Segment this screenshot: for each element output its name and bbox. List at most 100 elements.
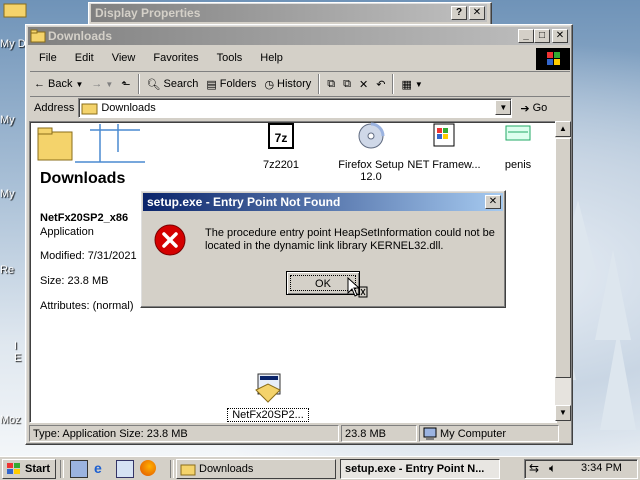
clock[interactable]: 3:34 PM	[581, 462, 622, 474]
dropdown-arrow-icon: ▼	[414, 79, 423, 89]
menu-help[interactable]: Help	[260, 49, 283, 67]
vertical-scrollbar[interactable]: ▲ ▼	[555, 121, 571, 421]
status-type-info: Type: Application Size: 23.8 MB	[29, 425, 339, 442]
delete-button[interactable]: ✕	[355, 73, 372, 95]
folder-banner-icon	[37, 124, 145, 163]
history-icon: ◷	[264, 78, 275, 91]
close-button[interactable]: ✕	[485, 195, 501, 209]
desktop-icon-label[interactable]: Moz	[0, 414, 21, 426]
installer-icon	[255, 373, 281, 403]
scroll-down-button[interactable]: ▼	[555, 405, 571, 421]
folders-label: Folders	[219, 78, 257, 90]
folders-button[interactable]: ▤ Folders	[202, 73, 260, 95]
firefox-icon[interactable]	[140, 460, 156, 476]
selected-file-size: Size: 23.8 MB	[40, 275, 109, 287]
address-label: Address	[34, 102, 75, 114]
menu-tools[interactable]: Tools	[217, 49, 243, 67]
folder-title: Downloads	[40, 170, 126, 187]
window-title: Downloads	[48, 29, 113, 43]
minimize-button[interactable]: _	[518, 29, 534, 43]
back-arrow-icon: ←	[34, 78, 45, 90]
back-button[interactable]: ← Back ▼	[30, 73, 87, 95]
volume-icon[interactable]: 🔈︎	[549, 461, 556, 476]
views-button[interactable]: ▦ ▼	[397, 73, 426, 95]
task-button-setup-error[interactable]: setup.exe - Entry Point N...	[340, 459, 500, 479]
undo-button[interactable]: ↶	[372, 73, 389, 95]
file-item[interactable]: NET Framew...	[404, 122, 484, 171]
forward-button[interactable]: → ▼	[87, 73, 117, 95]
dialog-message-line: located in the dynamic link library KERN…	[205, 240, 444, 252]
desktop-icon-label[interactable]: My D	[0, 38, 26, 50]
scroll-thumb[interactable]	[555, 138, 571, 378]
menu-view[interactable]: View	[112, 49, 136, 67]
status-size: 23.8 MB	[341, 425, 417, 442]
file-label: penis	[504, 159, 532, 171]
desktop-icon-label[interactable]: E	[14, 352, 21, 364]
task-label: setup.exe - Entry Point N...	[345, 463, 485, 475]
dropdown-arrow-icon[interactable]: ▼	[75, 80, 83, 89]
menu-file[interactable]: File	[39, 49, 57, 67]
taskbar-separator	[60, 460, 64, 478]
help-button[interactable]: ?	[451, 6, 467, 20]
desktop-icon-label[interactable]: My	[0, 114, 15, 126]
file-label: NET Framew...	[407, 159, 481, 171]
outlook-express-icon[interactable]	[116, 460, 134, 478]
toolbar-separator	[137, 74, 140, 94]
file-item[interactable]: 7z 7z2201	[241, 122, 321, 171]
history-label: History	[277, 78, 312, 90]
move-to-button[interactable]: ⧉	[323, 73, 339, 95]
file-label: 7z2201	[262, 159, 300, 171]
history-button[interactable]: ◷ History	[260, 73, 315, 95]
search-icon: 🔍︎	[146, 78, 161, 91]
maximize-button[interactable]: □	[534, 29, 550, 43]
show-desktop-icon[interactable]	[70, 460, 88, 478]
cursor-icon	[347, 277, 368, 298]
display-properties-titlebar[interactable]: Display Properties ? ✕	[91, 4, 487, 22]
desktop-icon-my-documents[interactable]	[0, 0, 36, 20]
file-item[interactable]: Firefox Setup 12.0	[331, 122, 411, 183]
folders-icon: ▤	[206, 78, 217, 91]
desktop-icon-label[interactable]: My	[0, 188, 15, 200]
cd-install-icon	[358, 122, 385, 149]
explorer-titlebar[interactable]: Downloads _ □ ✕	[28, 27, 570, 45]
selected-file-attributes: Attributes: (normal)	[40, 300, 134, 312]
windows-flag-icon	[7, 463, 20, 474]
selected-file-name: NetFx20SP2_x86	[40, 212, 129, 224]
task-label: Downloads	[199, 463, 254, 475]
copy-to-button[interactable]: ⧉	[339, 73, 355, 95]
task-button-downloads[interactable]: Downloads	[176, 459, 336, 479]
status-zone-label: My Computer	[440, 428, 507, 440]
network-icon[interactable]: ⇆	[529, 461, 539, 475]
status-bar: Type: Application Size: 23.8 MB 23.8 MB …	[29, 425, 571, 444]
dotnet-installer-icon	[433, 123, 455, 147]
go-button[interactable]: ➔ Go	[516, 97, 551, 119]
go-arrow-icon: ➔	[520, 102, 530, 115]
start-button[interactable]: Start	[2, 459, 56, 479]
web-view-panel: Downloads NetFx20SP2_x86 Application Mod…	[30, 122, 145, 422]
scroll-up-button[interactable]: ▲	[555, 121, 571, 137]
up-folder-button[interactable]: ⬑	[117, 73, 134, 95]
selected-file-modified: Modified: 7/31/2021	[40, 250, 137, 262]
desktop-icon-label[interactable]: Re	[0, 264, 14, 276]
dropdown-arrow-icon[interactable]: ▼	[105, 80, 113, 89]
menu-favorites[interactable]: Favorites	[153, 49, 198, 67]
dialog-titlebar[interactable]: setup.exe - Entry Point Not Found ✕	[143, 193, 503, 211]
address-dropdown-button[interactable]: ▼	[495, 100, 512, 115]
close-button[interactable]: ✕	[552, 29, 568, 43]
close-button[interactable]: ✕	[469, 6, 485, 20]
toolbar: ← Back ▼ → ▼ ⬑ 🔍︎ Search ▤ Folders ◷ History…	[30, 71, 570, 97]
address-value: Downloads	[101, 102, 156, 114]
display-properties-window[interactable]: Display Properties ? ✕	[88, 2, 492, 26]
desktop-icon-label[interactable]: I	[14, 340, 17, 352]
file-item[interactable]: NetFx20SP2...	[227, 372, 309, 422]
search-button[interactable]: 🔍︎ Search	[143, 73, 203, 95]
menu-edit[interactable]: Edit	[75, 49, 94, 67]
copy-to-icon: ⧉	[343, 77, 351, 90]
selected-file-type: Application	[40, 226, 94, 238]
internet-explorer-icon[interactable]: e	[94, 460, 110, 476]
system-tray: ⇆ 🔈︎ 3:34 PM	[524, 459, 638, 479]
address-input[interactable]: Downloads ▼	[78, 98, 513, 118]
taskbar: Start e Downloads setup.exe - Entry Poin…	[0, 456, 640, 480]
error-dialog[interactable]: setup.exe - Entry Point Not Found ✕ The …	[140, 190, 506, 308]
file-item[interactable]: penis	[478, 122, 556, 171]
